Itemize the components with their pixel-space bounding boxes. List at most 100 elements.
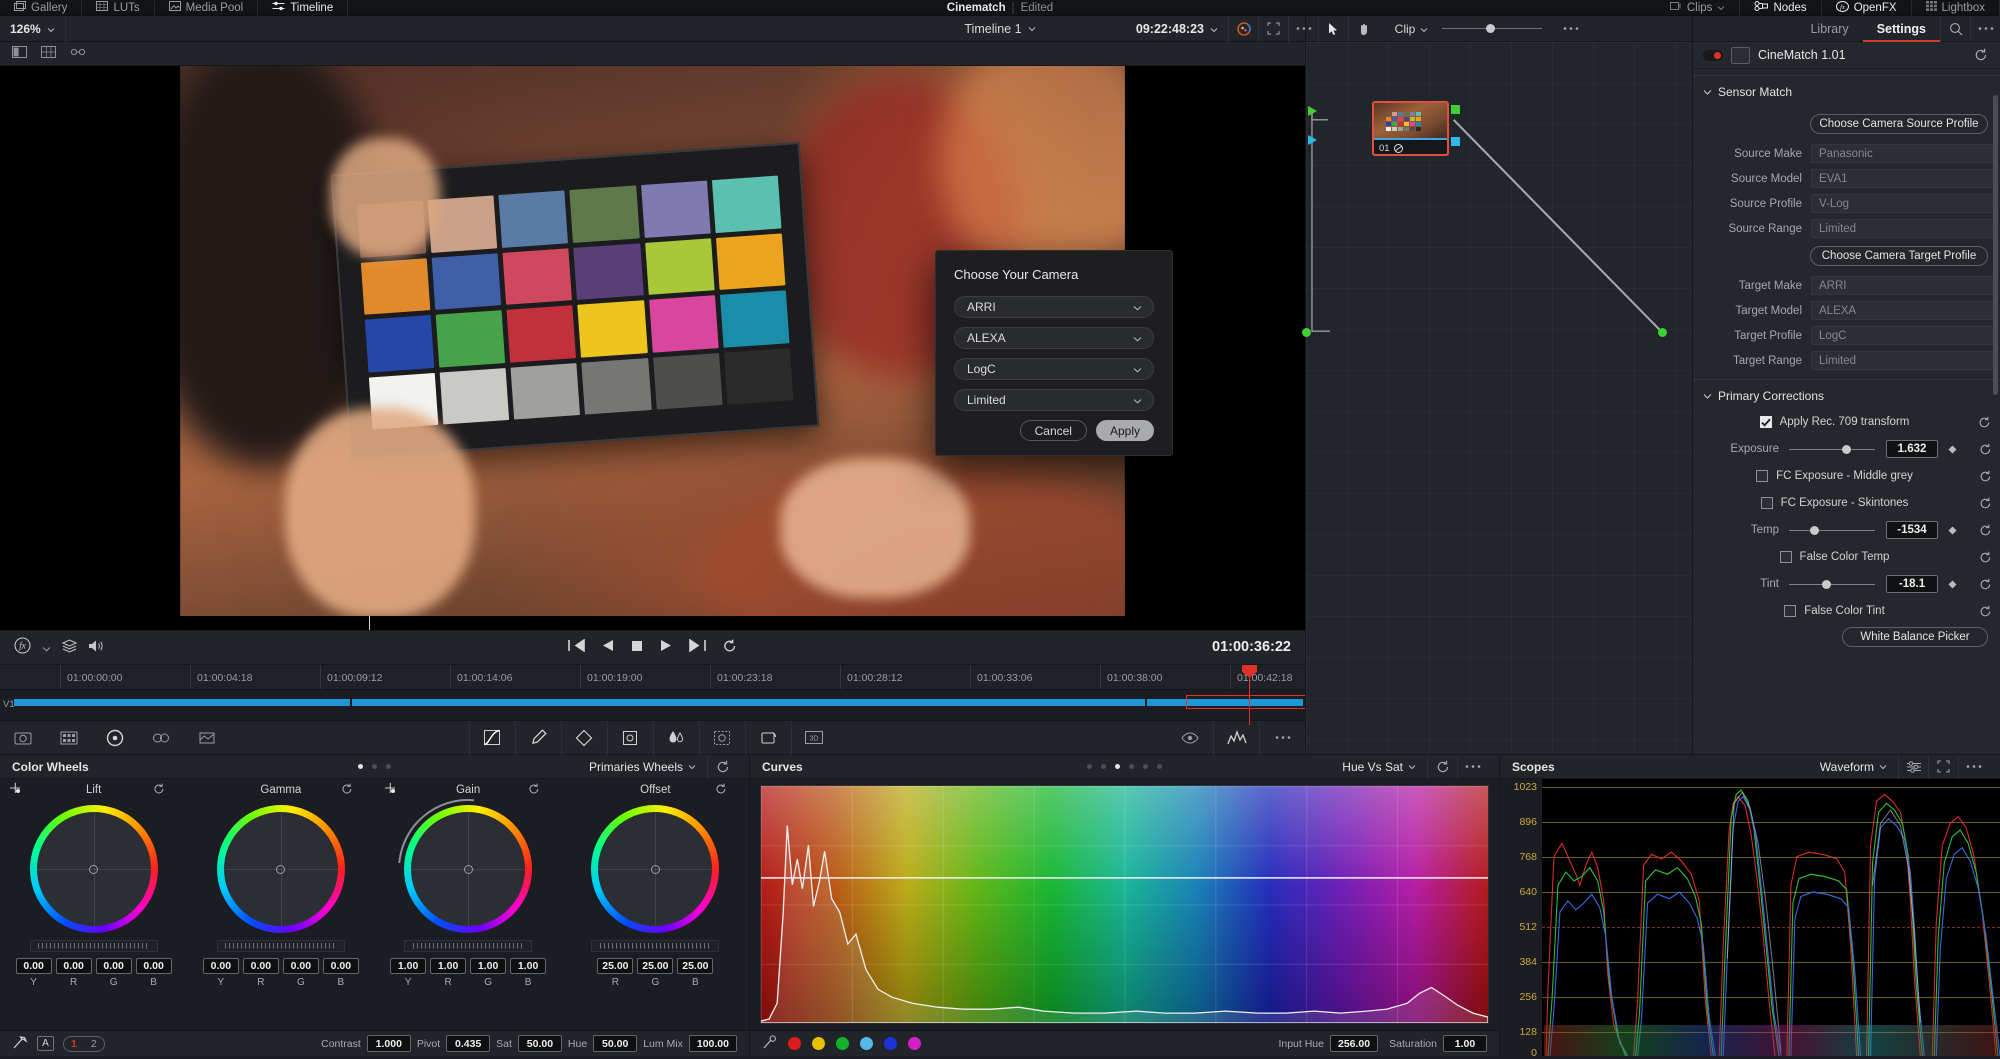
false-color-temp-checkbox[interactable] xyxy=(1779,551,1792,563)
target-model-input[interactable]: ALEXA xyxy=(1811,301,1994,320)
gain-picker-icon[interactable] xyxy=(384,782,397,798)
page-dot[interactable] xyxy=(1143,764,1148,769)
lift-y-value[interactable]: 0.00 xyxy=(15,958,52,974)
target-range-input[interactable]: Limited xyxy=(1811,351,1994,370)
exposure-slider[interactable] xyxy=(1789,440,1875,458)
pivot-value[interactable]: 0.435 xyxy=(446,1035,491,1052)
toolbar-button-nodes[interactable]: Nodes xyxy=(1740,0,1822,16)
lift-wheel-inner[interactable] xyxy=(36,812,151,926)
fc-middle-grey-reset-button[interactable] xyxy=(1976,470,1994,483)
toolbar-button-lightbox[interactable]: Lightbox xyxy=(1912,0,2000,16)
gain-g-value[interactable]: 1.00 xyxy=(470,958,507,974)
inspector-scrollbar[interactable] xyxy=(1993,95,1998,395)
gamma-wheel-handle[interactable] xyxy=(276,864,286,874)
gamma-y-value[interactable]: 0.00 xyxy=(202,958,239,974)
gamma-master-wheel[interactable] xyxy=(216,940,345,952)
key-mixer-icon[interactable] xyxy=(698,720,745,755)
offset-reset-button[interactable] xyxy=(715,783,727,798)
curves-mode-selector[interactable]: Hue Vs Sat xyxy=(1342,760,1427,774)
curve-swatch-cyan[interactable] xyxy=(860,1037,873,1050)
stereo-3d-icon[interactable]: 3D xyxy=(790,720,837,755)
curves-reset-button[interactable] xyxy=(1427,754,1457,779)
toolbar-button-media-pool[interactable]: Media Pool xyxy=(155,0,259,16)
curve-swatch-magenta[interactable] xyxy=(908,1037,921,1050)
offset-wheel-inner[interactable] xyxy=(598,812,713,926)
source-model-input[interactable]: EVA1 xyxy=(1811,169,1994,188)
search-icon[interactable] xyxy=(1940,15,1970,42)
sizing-icon[interactable] xyxy=(744,720,791,755)
node-options-button[interactable] xyxy=(1556,16,1586,42)
gamma-reset-button[interactable] xyxy=(341,783,353,798)
false-color-tint-checkbox[interactable] xyxy=(1784,605,1797,617)
gamma-wheel-inner[interactable] xyxy=(223,812,338,926)
page-dot[interactable] xyxy=(372,764,377,769)
viewer-scrubber[interactable] xyxy=(0,616,1305,630)
source-make-input[interactable]: Panasonic xyxy=(1811,144,1994,163)
tint-slider[interactable] xyxy=(1789,575,1875,593)
gain-y-value[interactable]: 1.00 xyxy=(390,958,427,974)
page-dot[interactable] xyxy=(1115,764,1120,769)
section-header-sensor-match[interactable]: Sensor Match xyxy=(1693,83,2000,107)
node-zoom-knob[interactable] xyxy=(1486,24,1496,33)
split-screen-icon[interactable] xyxy=(12,46,27,61)
node-graph-input-port[interactable] xyxy=(1302,328,1311,337)
apply-button[interactable]: Apply xyxy=(1095,420,1154,442)
white-balance-picker-button[interactable]: White Balance Picker xyxy=(1842,627,1988,647)
layers-icon[interactable] xyxy=(61,639,78,656)
stop-button[interactable] xyxy=(631,640,643,655)
gain-master-wheel[interactable] xyxy=(404,940,533,952)
section-header-primary-corrections[interactable]: Primary Corrections xyxy=(1693,387,2000,411)
version-1-option[interactable]: 1 xyxy=(64,1036,84,1052)
page-dot[interactable] xyxy=(1157,764,1162,769)
choose-camera-target-profile-button[interactable]: Choose Camera Target Profile xyxy=(1810,246,1988,266)
scopes-expand-button[interactable] xyxy=(1928,754,1958,779)
node-output-key-port[interactable] xyxy=(1451,137,1460,146)
page-dot[interactable] xyxy=(1129,764,1134,769)
node-source-port[interactable] xyxy=(1308,106,1317,116)
plugin-reset-button[interactable] xyxy=(1972,48,1990,62)
gain-wheel[interactable] xyxy=(369,770,567,968)
scopes-settings-button[interactable] xyxy=(1898,754,1928,779)
curve-plot[interactable] xyxy=(761,786,1488,1023)
offset-wheel[interactable] xyxy=(591,805,720,933)
auto-balance-icon[interactable] xyxy=(12,1035,28,1053)
lift-b-value[interactable]: 0.00 xyxy=(135,958,172,974)
color-wheels-reset-button[interactable] xyxy=(707,754,737,779)
go-to-end-button[interactable] xyxy=(689,638,706,655)
fc-skintones-checkbox[interactable] xyxy=(1760,497,1773,509)
tint-reset-button[interactable] xyxy=(1976,578,1994,591)
page-dot[interactable] xyxy=(1087,764,1092,769)
slider-knob[interactable] xyxy=(1842,444,1852,454)
blur-icon[interactable] xyxy=(652,720,699,755)
exposure-value[interactable]: 1.632 xyxy=(1886,440,1938,458)
fc-skintones-reset-button[interactable] xyxy=(1976,497,1994,510)
timeline-clip[interactable] xyxy=(14,698,351,706)
node-editor[interactable]: 01 xyxy=(1302,42,1692,754)
cancel-button[interactable]: Cancel xyxy=(1019,420,1087,442)
curve-swatch-red[interactable] xyxy=(788,1037,801,1050)
gain-b-value[interactable]: 1.00 xyxy=(510,958,547,974)
node-zoom-slider[interactable] xyxy=(1442,16,1543,42)
inspector-options-button[interactable] xyxy=(1970,15,2000,42)
node-scope-selector[interactable]: Clip xyxy=(1395,22,1429,36)
exposure-reset-button[interactable] xyxy=(1976,443,1994,456)
lift-g-value[interactable]: 0.00 xyxy=(95,958,132,974)
gain-reset-button[interactable] xyxy=(528,783,540,798)
saturation-value[interactable]: 1.00 xyxy=(1443,1035,1487,1052)
curves-body[interactable] xyxy=(750,779,1499,1030)
camera-make-select[interactable]: ARRI xyxy=(954,296,1154,319)
lift-r-value[interactable]: 0.00 xyxy=(55,958,92,974)
target-profile-input[interactable]: LogC xyxy=(1811,326,1994,345)
curve-swatch-green[interactable] xyxy=(836,1037,849,1050)
page-dot[interactable] xyxy=(1101,764,1106,769)
false-color-tint-reset-button[interactable] xyxy=(1976,605,1994,618)
offset-g-value[interactable]: 25.00 xyxy=(637,958,674,974)
inspector-body[interactable]: Sensor Match Choose Camera Source Profil… xyxy=(1693,69,2000,754)
image-wipe-icon[interactable] xyxy=(70,46,86,61)
color-wheels-mode-selector[interactable]: Primaries Wheels xyxy=(589,760,707,774)
curve-swatch-blue[interactable] xyxy=(884,1037,897,1050)
offset-b-value[interactable]: 25.00 xyxy=(677,958,714,974)
node-01[interactable]: 01 xyxy=(1372,101,1449,156)
version-badge[interactable]: A xyxy=(37,1036,54,1051)
custom-curves-icon[interactable] xyxy=(468,720,515,755)
